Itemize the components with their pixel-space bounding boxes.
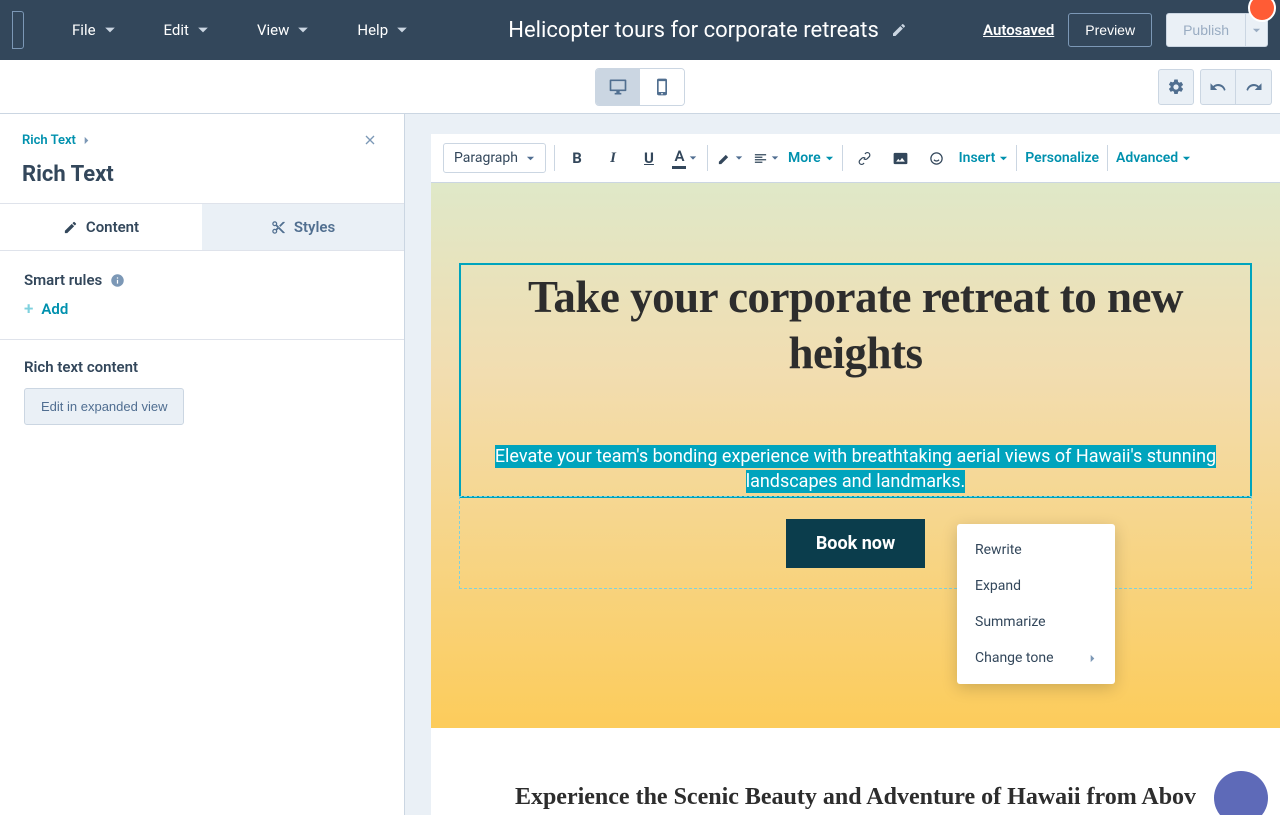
device-toggle bbox=[595, 68, 685, 106]
insert-dropdown[interactable]: Insert bbox=[959, 150, 1009, 166]
rich-text-toolbar: Paragraph B I U A More bbox=[431, 134, 1280, 183]
chevron-down-icon bbox=[396, 24, 408, 36]
link-icon bbox=[857, 151, 872, 166]
ctx-change-tone[interactable]: Change tone bbox=[957, 640, 1115, 676]
avatar[interactable] bbox=[1248, 0, 1276, 22]
top-nav: File Edit View Help Helicopter tours for… bbox=[0, 0, 1280, 60]
image-icon bbox=[893, 151, 908, 166]
plus-icon: + bbox=[24, 299, 33, 319]
chevron-right-icon bbox=[82, 136, 91, 145]
redo-button[interactable] bbox=[1236, 69, 1272, 105]
undo-icon bbox=[1209, 78, 1227, 96]
separator bbox=[707, 145, 708, 171]
separator bbox=[842, 145, 843, 171]
italic-button[interactable]: I bbox=[599, 144, 627, 172]
smile-icon bbox=[929, 151, 944, 166]
panel-title: Rich Text bbox=[0, 156, 404, 203]
mobile-icon bbox=[652, 77, 672, 97]
ai-context-menu: Rewrite Expand Summarize Change tone bbox=[957, 524, 1115, 684]
align-left-icon bbox=[753, 151, 768, 166]
chevron-down-icon bbox=[735, 154, 743, 162]
chevron-down-icon bbox=[825, 154, 834, 163]
chevron-down-icon bbox=[526, 154, 535, 163]
tab-content[interactable]: Content bbox=[0, 204, 202, 250]
autosaved-status[interactable]: Autosaved bbox=[983, 21, 1054, 39]
sidebar: Rich Text Rich Text Content Styles Smart… bbox=[0, 114, 405, 815]
chevron-right-icon bbox=[1088, 654, 1097, 663]
ctx-expand[interactable]: Expand bbox=[957, 568, 1115, 604]
align-button[interactable] bbox=[752, 144, 780, 172]
chevron-down-icon bbox=[771, 154, 779, 162]
settings-button[interactable] bbox=[1158, 69, 1194, 105]
button-module-outline[interactable]: Book now bbox=[459, 496, 1252, 589]
book-now-button[interactable]: Book now bbox=[786, 519, 925, 568]
info-icon[interactable] bbox=[110, 273, 125, 288]
more-dropdown[interactable]: More bbox=[788, 150, 834, 166]
publish-button[interactable]: Publish bbox=[1166, 13, 1246, 47]
highlight-button[interactable] bbox=[716, 144, 744, 172]
device-desktop[interactable] bbox=[596, 69, 640, 105]
preview-button[interactable]: Preview bbox=[1068, 13, 1152, 47]
section-2-heading[interactable]: Experience the Scenic Beauty and Adventu… bbox=[459, 784, 1252, 811]
device-mobile[interactable] bbox=[640, 69, 684, 105]
redo-icon bbox=[1245, 78, 1263, 96]
chevron-down-icon bbox=[104, 24, 116, 36]
insert-emoji-button[interactable] bbox=[923, 144, 951, 172]
edit-title-icon[interactable] bbox=[891, 22, 907, 38]
ctx-summarize[interactable]: Summarize bbox=[957, 604, 1115, 640]
chevron-down-icon bbox=[297, 24, 309, 36]
pencil-icon bbox=[63, 220, 78, 235]
underline-button[interactable]: U bbox=[635, 144, 663, 172]
personalize-button[interactable]: Personalize bbox=[1025, 150, 1099, 166]
paragraph-format-dropdown[interactable]: Paragraph bbox=[443, 143, 546, 173]
undo-button[interactable] bbox=[1200, 69, 1236, 105]
separator bbox=[554, 145, 555, 171]
add-smart-rule[interactable]: + Add bbox=[24, 299, 380, 319]
page-title: Helicopter tours for corporate retreats bbox=[508, 18, 879, 43]
ctx-rewrite[interactable]: Rewrite bbox=[957, 532, 1115, 568]
device-bar bbox=[0, 60, 1280, 114]
insert-link-button[interactable] bbox=[851, 144, 879, 172]
menu-help[interactable]: Help bbox=[333, 13, 432, 47]
tab-styles[interactable]: Styles bbox=[202, 204, 404, 250]
chevron-down-icon bbox=[1252, 26, 1261, 35]
hero-section: Take your corporate retreat to new heigh… bbox=[431, 183, 1280, 728]
chevron-down-icon bbox=[999, 154, 1008, 163]
close-panel-button[interactable] bbox=[358, 128, 382, 152]
edit-expanded-button[interactable]: Edit in expanded view bbox=[24, 388, 184, 425]
hero-heading[interactable]: Take your corporate retreat to new heigh… bbox=[463, 269, 1248, 382]
bold-button[interactable]: B bbox=[563, 144, 591, 172]
hero-subtext[interactable]: Elevate your team's bonding experience w… bbox=[463, 444, 1248, 494]
breadcrumb[interactable]: Rich Text bbox=[22, 133, 91, 148]
chevron-down-icon bbox=[1182, 154, 1191, 163]
desktop-icon bbox=[608, 77, 628, 97]
section-2: Experience the Scenic Beauty and Adventu… bbox=[431, 728, 1280, 815]
chevron-down-icon bbox=[689, 154, 697, 162]
menu-view[interactable]: View bbox=[233, 13, 333, 47]
pen-icon bbox=[717, 151, 732, 166]
menu-file[interactable]: File bbox=[48, 13, 140, 47]
close-icon bbox=[362, 132, 378, 148]
editor-canvas: Paragraph B I U A More bbox=[405, 114, 1280, 815]
left-panel-toggle[interactable] bbox=[12, 11, 24, 49]
advanced-dropdown[interactable]: Advanced bbox=[1116, 150, 1191, 166]
smart-rules-label: Smart rules bbox=[24, 271, 380, 289]
gear-icon bbox=[1167, 78, 1185, 96]
text-color-button[interactable]: A bbox=[671, 144, 699, 172]
scissors-icon bbox=[271, 220, 286, 235]
separator bbox=[1107, 145, 1108, 171]
menu-edit[interactable]: Edit bbox=[140, 13, 233, 47]
rich-text-content-label: Rich text content bbox=[24, 358, 380, 376]
chevron-down-icon bbox=[197, 24, 209, 36]
rich-text-module-selected[interactable]: Take your corporate retreat to new heigh… bbox=[459, 263, 1252, 498]
insert-image-button[interactable] bbox=[887, 144, 915, 172]
separator bbox=[1016, 145, 1017, 171]
